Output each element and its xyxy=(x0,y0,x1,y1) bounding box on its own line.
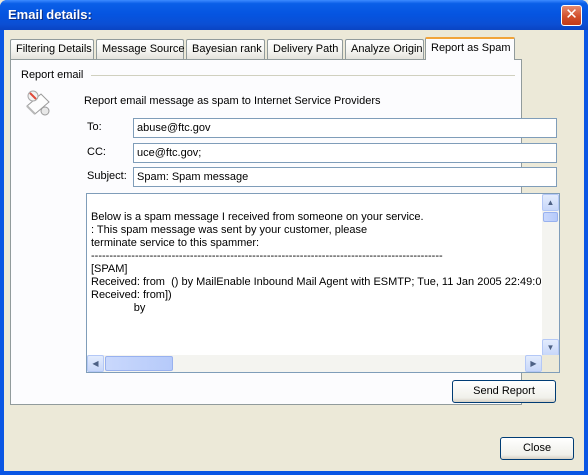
scroll-left-icon[interactable]: ◀ xyxy=(87,355,104,372)
tab-bayesian-rank[interactable]: Bayesian rank xyxy=(186,39,265,59)
title-bar[interactable]: Email details: ✕ xyxy=(0,0,588,30)
scroll-corner xyxy=(542,355,559,372)
spam-report-icon xyxy=(26,90,50,116)
cc-field[interactable]: uce@ftc.gov; xyxy=(133,143,557,163)
to-field[interactable]: abuse@ftc.gov xyxy=(133,118,557,138)
message-body[interactable]: Below is a spam message I received from … xyxy=(86,193,560,373)
scroll-right-icon[interactable]: ▶ xyxy=(525,355,542,372)
tab-delivery-path[interactable]: Delivery Path xyxy=(267,39,343,59)
report-intro: Report email message as spam to Internet… xyxy=(84,95,381,107)
close-button[interactable]: Close xyxy=(500,437,574,460)
vertical-scrollbar[interactable]: ▲ ▼ xyxy=(542,194,559,356)
cc-label: CC: xyxy=(87,146,106,158)
subject-label: Subject: xyxy=(87,170,127,182)
email-details-window: Email details: ✕ Filtering Details Messa… xyxy=(0,0,588,475)
to-label: To: xyxy=(87,121,102,133)
send-report-button[interactable]: Send Report xyxy=(452,380,556,403)
tab-analyze-origin[interactable]: Analyze Origin xyxy=(345,39,424,59)
vertical-scroll-thumb[interactable] xyxy=(543,212,558,222)
dialog-body: Filtering Details Message Source Bayesia… xyxy=(4,30,584,471)
message-body-text: Below is a spam message I received from … xyxy=(91,211,541,314)
horizontal-scroll-thumb[interactable] xyxy=(105,356,173,371)
horizontal-scrollbar[interactable]: ◀ ▶ xyxy=(87,355,542,372)
window-title: Email details: xyxy=(8,7,92,22)
tab-message-source[interactable]: Message Source xyxy=(96,39,185,59)
subject-field[interactable]: Spam: Spam message xyxy=(133,167,557,187)
scroll-down-icon[interactable]: ▼ xyxy=(542,339,559,356)
report-panel: Report email Report email message as spa… xyxy=(10,59,560,405)
tab-filtering-details[interactable]: Filtering Details xyxy=(10,39,94,59)
group-label: Report email xyxy=(21,69,84,81)
group-divider xyxy=(91,75,515,76)
close-icon[interactable]: ✕ xyxy=(561,5,582,26)
scroll-up-icon[interactable]: ▲ xyxy=(542,194,559,211)
tab-report-as-spam[interactable]: Report as Spam xyxy=(425,37,515,60)
